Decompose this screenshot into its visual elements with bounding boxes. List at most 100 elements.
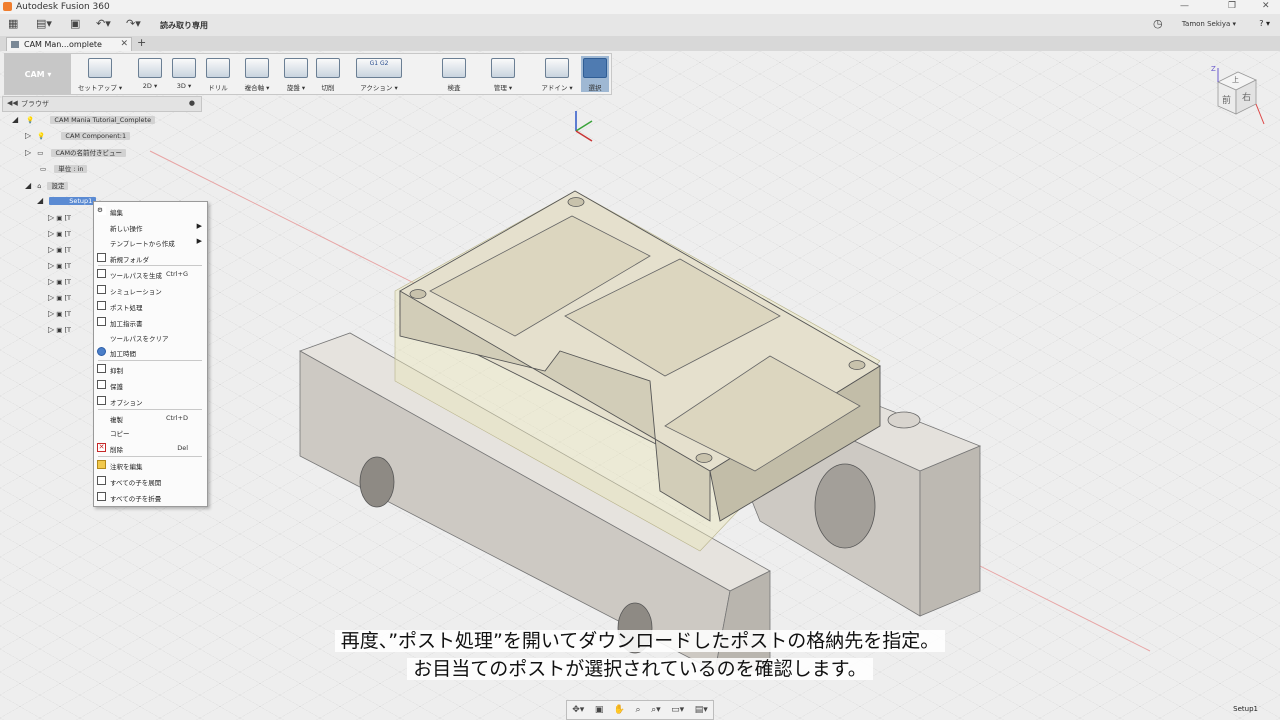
menu-item-optional[interactable]: オプション [96, 394, 204, 408]
expand-triangle-icon[interactable]: ▷ [48, 293, 54, 302]
tree-item-units[interactable]: ▭ 単位 : in [40, 163, 180, 177]
menu-item-delete[interactable]: ✕ 削除 Del [96, 441, 204, 455]
menu-shortcut: Del [177, 444, 188, 452]
collapse-all-icon [97, 492, 106, 501]
operation-row[interactable]: ▷ ▣ [T [48, 325, 94, 339]
tree-root[interactable]: ◢ 💡 CAM Mania Tutorial_Complete [12, 115, 192, 129]
menu-item-new-folder[interactable]: 新規フォルダ [96, 251, 204, 265]
file-menu-icon[interactable]: ▤▾ [36, 17, 52, 30]
expand-triangle-icon[interactable]: ◢ [25, 181, 31, 190]
expand-triangle-icon[interactable]: ▷ [48, 325, 54, 334]
collapse-browser-icon[interactable]: ◀◀ [7, 99, 18, 107]
browser-pin-icon[interactable]: ● [189, 99, 195, 107]
menu-item-post-process[interactable]: ポスト処理 [96, 299, 204, 313]
save-icon[interactable]: ▣ [70, 17, 80, 30]
3d-button[interactable]: 3D ▾ [167, 56, 201, 92]
menu-item-clear-toolpath[interactable]: ツールパスをクリア [96, 330, 204, 344]
lightbulb-icon[interactable]: 💡 [26, 116, 34, 124]
menu-item-edit[interactable]: ⚙ 編集 [96, 204, 204, 218]
simulation-icon [97, 285, 106, 294]
addins-button[interactable]: アドイン ▾ [535, 56, 579, 92]
expand-triangle-icon[interactable]: ▷ [48, 309, 54, 318]
expand-triangle-icon[interactable]: ▷ [48, 261, 54, 270]
help-menu[interactable]: ? ▾ [1259, 19, 1270, 28]
undo-icon[interactable]: ↶▾ [96, 17, 111, 30]
operation-row[interactable]: ▷ ▣ [T [48, 229, 94, 243]
operation-row[interactable]: ▷ ▣ [T [48, 213, 94, 227]
user-menu[interactable]: Tamon Sekiya ▾ [1182, 20, 1236, 28]
tree-item-setups[interactable]: ◢ ⌂ 設定 [25, 180, 165, 194]
menu-item-from-template[interactable]: テンプレートから作成 ▶ [96, 235, 204, 249]
menu-item-setup-sheet[interactable]: 加工指示書 [96, 315, 204, 329]
inspect-icon [442, 58, 466, 78]
gcode-g1: G1 [369, 60, 379, 67]
operation-icon: ▣ [56, 262, 63, 270]
expand-triangle-icon[interactable]: ◢ [37, 196, 43, 205]
menu-item-label: 保護 [110, 383, 123, 391]
redo-icon[interactable]: ↷▾ [126, 17, 141, 30]
menu-separator [98, 409, 202, 410]
menu-shortcut: Ctrl+D [165, 414, 188, 422]
manage-button[interactable]: 管理 ▾ [481, 56, 525, 92]
expand-triangle-icon[interactable]: ▷ [25, 131, 31, 140]
menu-item-protect[interactable]: 保護 [96, 378, 204, 392]
menu-item-collapse-all[interactable]: すべての子を折畳 [96, 490, 204, 504]
operation-label: [T [64, 214, 71, 222]
lightbulb-icon[interactable]: 💡 [37, 132, 45, 140]
expand-triangle-icon[interactable]: ◢ [12, 115, 18, 124]
workspace-switcher[interactable]: CAM ▾ [5, 54, 71, 94]
operation-row[interactable]: ▷ ▣ [T [48, 309, 94, 323]
close-window-button[interactable]: ✕ [1262, 1, 1270, 11]
viewcube-top-label: 上 [1232, 76, 1239, 84]
look-at-icon[interactable]: ▣ [595, 705, 604, 715]
select-label: 選択 [588, 84, 602, 92]
apps-grid-icon[interactable]: ▦ [8, 17, 18, 30]
menu-item-generate-toolpath[interactable]: ツールパスを生成 Ctrl+G [96, 267, 204, 281]
operation-row[interactable]: ▷ ▣ [T [48, 277, 94, 291]
operation-row[interactable]: ▷ ▣ [T [48, 293, 94, 307]
zoom-window-icon[interactable]: ⌕▾ [651, 705, 661, 715]
menu-item-new-operation[interactable]: 新しい操作 ▶ [96, 220, 204, 234]
operation-row[interactable]: ▷ ▣ [T [48, 245, 94, 259]
menu-item-suppress[interactable]: 抑制 [96, 362, 204, 376]
2d-button[interactable]: 2D ▾ [133, 56, 167, 92]
expand-triangle-icon[interactable]: ▷ [48, 213, 54, 222]
triad-y [575, 120, 593, 132]
tree-item-component[interactable]: ▷ 💡 CAM Component:1 [25, 131, 195, 145]
expand-triangle-icon[interactable]: ▷ [25, 148, 31, 157]
restore-button[interactable]: ❐ [1228, 1, 1236, 11]
display-settings-icon[interactable]: ▭▾ [671, 705, 684, 715]
minimize-button[interactable]: — [1180, 1, 1189, 11]
expand-triangle-icon[interactable]: ▷ [48, 229, 54, 238]
drill-button[interactable]: ドリル [201, 56, 235, 92]
tree-item-named-views[interactable]: ▷ ▭ CAMの名前付きビュー [25, 147, 195, 161]
menu-item-expand-all[interactable]: すべての子を展開 [96, 474, 204, 488]
orbit-icon[interactable]: ✥▾ [572, 705, 584, 715]
menu-item-label: 新しい操作 [110, 225, 143, 233]
document-tab[interactable]: CAM Man...omplete ✕ [6, 37, 132, 51]
pan-icon[interactable]: ✋ [614, 705, 625, 715]
turning-button[interactable]: 旋盤 ▾ [279, 56, 313, 92]
actions-button[interactable]: G1 G2 アクション ▾ [351, 56, 407, 92]
multiaxis-button[interactable]: 複合軸 ▾ [237, 56, 277, 92]
menu-item-edit-notes[interactable]: 注釈を編集 [96, 458, 204, 472]
menu-item-copy[interactable]: コピー [96, 425, 204, 439]
grid-settings-icon[interactable]: ▤▾ [695, 705, 708, 715]
menu-item-simulation[interactable]: シミュレーション [96, 283, 204, 297]
expand-triangle-icon[interactable]: ▷ [48, 277, 54, 286]
new-tab-button[interactable]: + [137, 36, 146, 49]
document-settings-icon: ▭ [40, 165, 47, 173]
menu-item-machining-time[interactable]: 加工時間 [96, 345, 204, 359]
menu-item-duplicate[interactable]: 複製 Ctrl+D [96, 411, 204, 425]
zoom-icon[interactable]: ⌕ [636, 705, 641, 715]
quick-access-toolbar: ▦ ▤▾ ▣ ↶▾ ↷▾ 読み取り専用 ◷ Tamon Sekiya ▾ ? ▾ [0, 14, 1280, 37]
inspect-button[interactable]: 検査 [437, 56, 471, 92]
setup-button[interactable]: セットアップ ▾ [75, 56, 125, 92]
select-button[interactable]: 選択 [581, 56, 609, 92]
close-tab-icon[interactable]: ✕ [120, 39, 128, 49]
job-status-icon[interactable]: ◷ [1153, 17, 1163, 30]
cutting-button[interactable]: 切削 [311, 56, 345, 92]
expand-triangle-icon[interactable]: ▷ [48, 245, 54, 254]
operation-row[interactable]: ▷ ▣ [T [48, 261, 94, 275]
viewcube[interactable]: Z 上 前 右 [1210, 65, 1266, 126]
